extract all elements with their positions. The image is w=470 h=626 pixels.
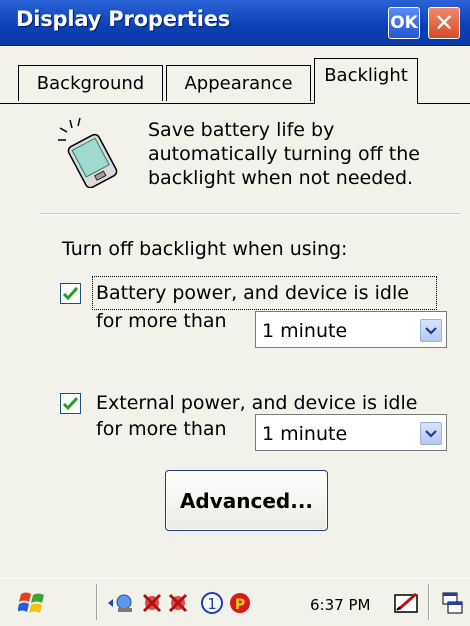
battery-timeout-value: 1 minute [262,320,348,342]
taskbar-separator [428,584,430,620]
battery-checkbox[interactable] [60,283,81,304]
input-mode-icon[interactable]: 1 [200,590,224,616]
network-disconnected-icon[interactable] [166,590,190,616]
connectivity-icon[interactable] [106,590,136,616]
external-for-more-than-label: for more than [96,418,227,440]
clock[interactable]: 6:37 PM [310,596,370,614]
window-title: Display Properties [16,7,231,31]
tab-strip: Background Appearance Backlight [0,46,470,104]
desktop-windows-icon[interactable] [440,590,464,616]
backlight-description: Save battery life by automatically turni… [148,119,420,189]
tab-backlight[interactable]: Backlight [314,58,418,104]
battery-for-more-than-label: for more than [96,310,227,332]
sip-keyboard-icon[interactable] [392,590,422,616]
advanced-button[interactable]: Advanced... [165,470,328,531]
tab-appearance[interactable]: Appearance [166,65,311,101]
windows-start-icon[interactable] [18,588,46,618]
battery-label: Battery power, and device is idle [96,282,409,304]
tab-background[interactable]: Background [18,65,163,101]
close-button[interactable]: ✕ [428,7,460,39]
power-icon[interactable]: P [228,590,252,616]
external-timeout-select[interactable]: 1 minute [255,414,447,451]
network-disconnected-icon[interactable] [140,590,164,616]
ok-button[interactable]: OK [388,7,420,39]
backlight-device-icon [58,117,118,188]
check-icon [62,286,79,301]
external-label: External power, and device is idle [96,392,418,414]
external-checkbox[interactable] [60,393,81,414]
chevron-down-icon[interactable] [420,319,442,342]
battery-timeout-select[interactable]: 1 minute [255,311,447,348]
chevron-down-icon[interactable] [420,422,442,445]
check-icon [62,396,79,411]
svg-text:P: P [235,597,245,613]
turn-off-label: Turn off backlight when using: [62,238,348,260]
external-timeout-value: 1 minute [262,423,348,445]
svg-text:1: 1 [207,595,217,613]
title-bar: Display Properties OK ✕ [0,0,470,46]
taskbar-separator [96,584,98,620]
